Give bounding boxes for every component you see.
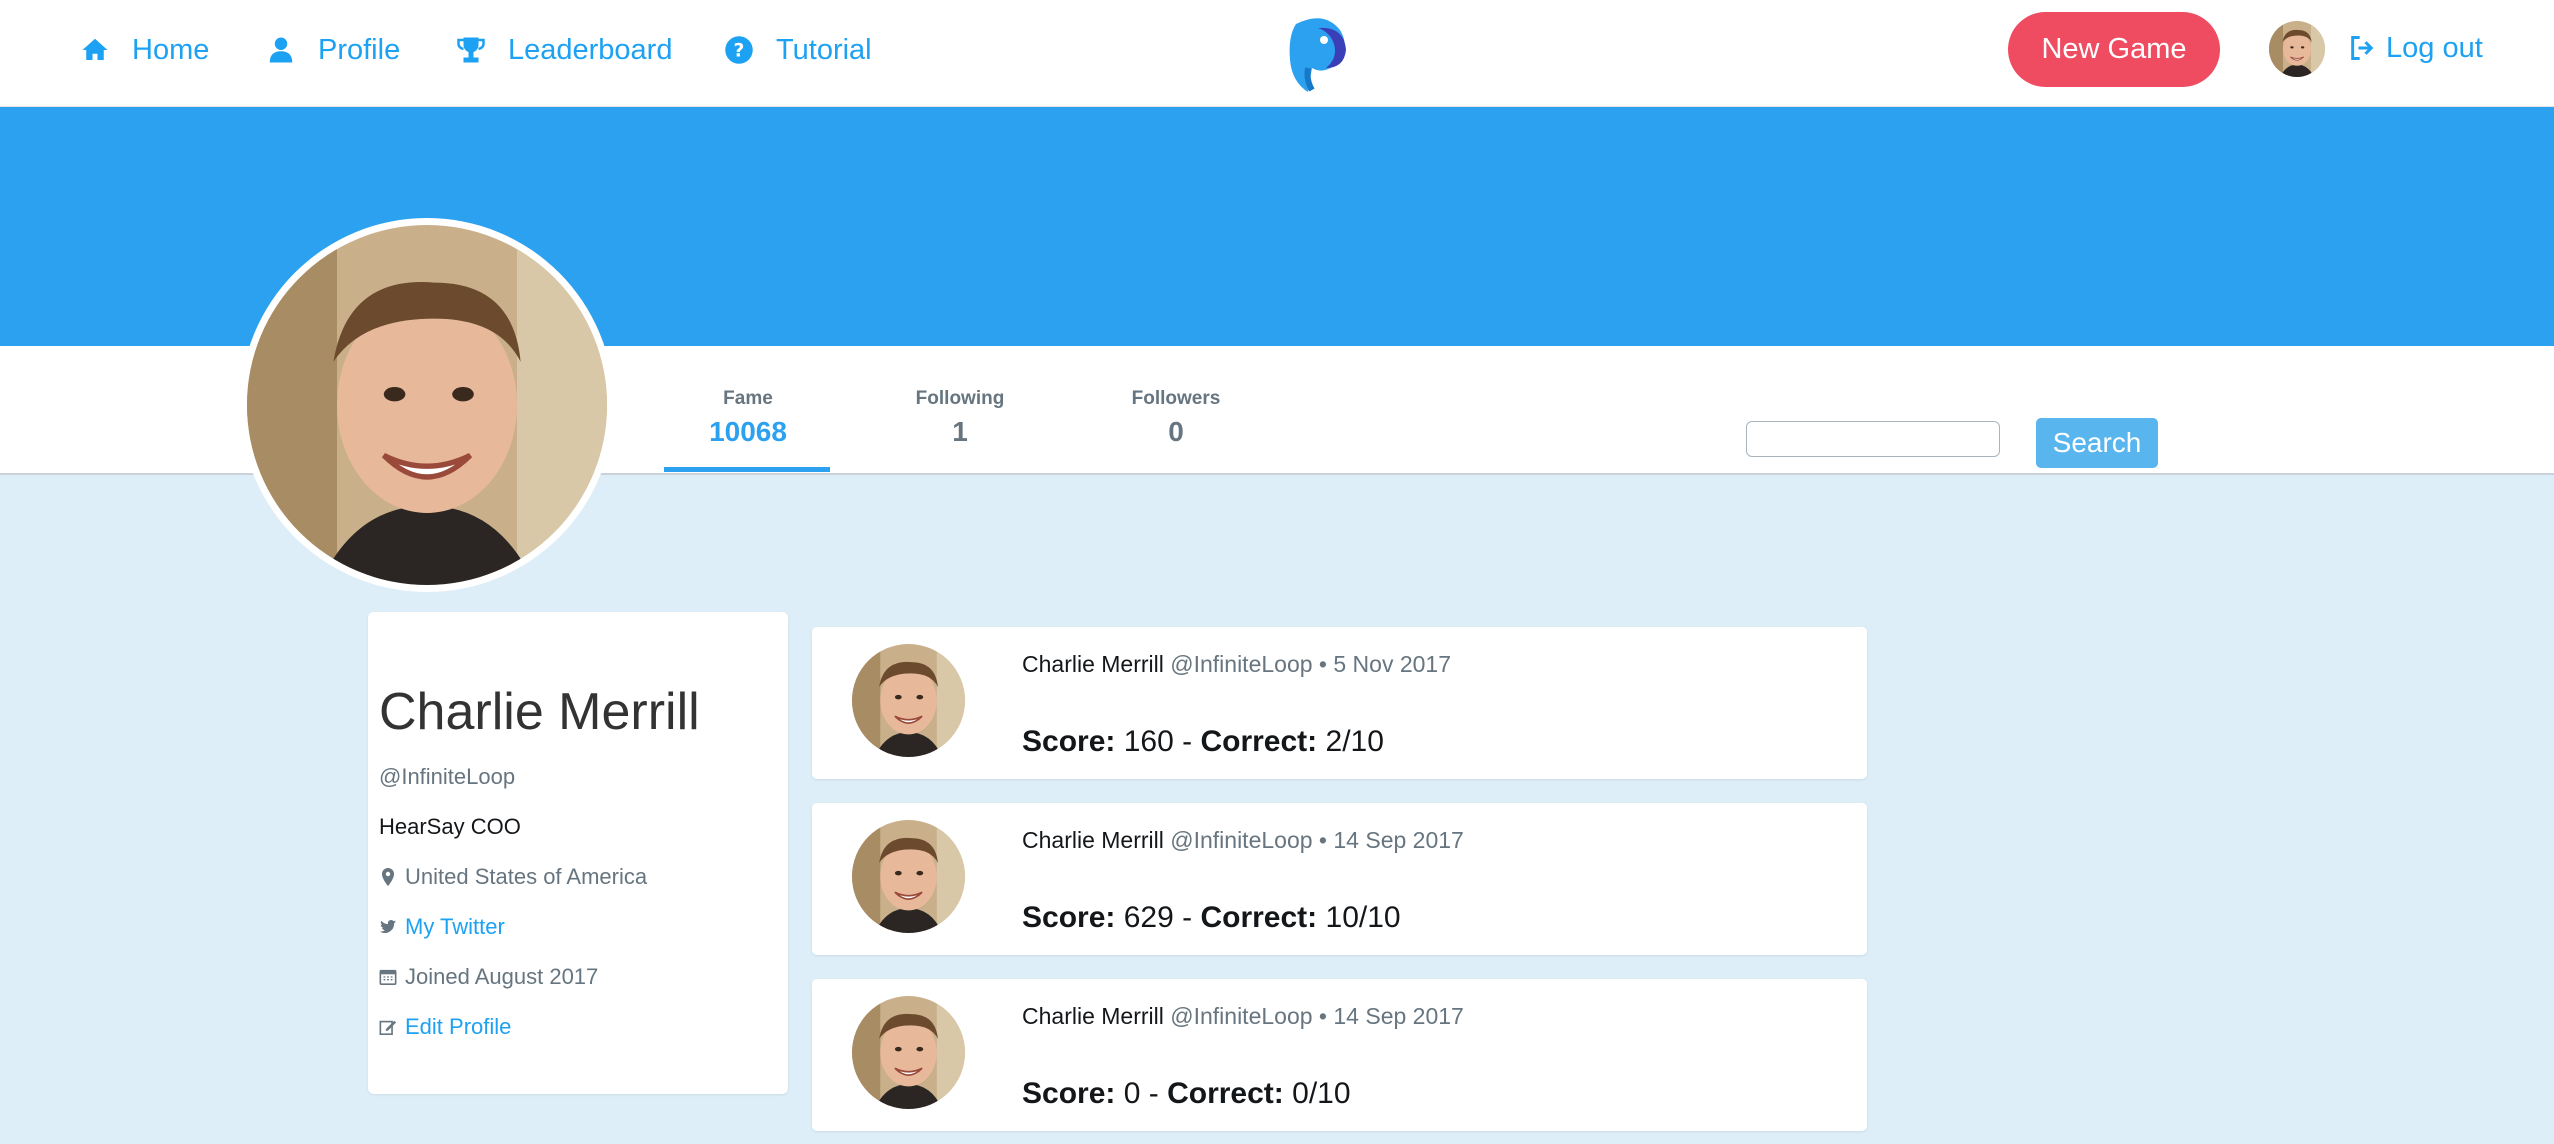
game-score-dash: - — [1182, 901, 1193, 934]
stat-following-value: 1 — [952, 416, 968, 447]
profile-twitter-label: My Twitter — [405, 914, 505, 939]
game-meta: Charlie Merrill @InfiniteLoop • 5 Nov 20… — [1022, 651, 1451, 678]
stat-followers[interactable]: Followers 0 — [1116, 388, 1236, 448]
home-icon — [82, 38, 108, 60]
game-score-value: 0 — [1123, 1077, 1141, 1110]
profile-avatar — [240, 218, 614, 592]
active-tab-indicator — [664, 467, 830, 472]
svg-text:?: ? — [734, 40, 745, 61]
game-date: 14 Sep 2017 — [1333, 827, 1464, 853]
game-player-name: Charlie Merrill — [1022, 1003, 1164, 1029]
game-score-value: 629 — [1123, 901, 1174, 934]
profile-card: Charlie Merrill @InfiniteLoop HearSay CO… — [368, 612, 788, 1094]
game-correct-label: Correct: — [1200, 901, 1318, 934]
edit-icon — [379, 1020, 397, 1036]
stat-fame[interactable]: Fame 10068 — [666, 388, 830, 448]
stat-followers-label: Followers — [1131, 388, 1221, 409]
game-date: 5 Nov 2017 — [1333, 651, 1452, 677]
profile-name: Charlie Merrill — [379, 683, 700, 741]
user-icon — [269, 37, 293, 63]
game-card[interactable]: Charlie Merrill @InfiniteLoop • 14 Sep 2… — [812, 803, 1867, 955]
game-meta: Charlie Merrill @InfiniteLoop • 14 Sep 2… — [1022, 1003, 1464, 1030]
logout-icon — [2351, 36, 2374, 60]
question-circle-icon: ? — [725, 36, 753, 64]
profile-handle: @InfiniteLoop — [379, 764, 516, 789]
nav-profile-label: Profile — [318, 33, 401, 66]
nav-home-label: Home — [132, 33, 210, 66]
game-player-name: Charlie Merrill — [1022, 827, 1164, 853]
nav-profile[interactable]: Profile — [266, 30, 400, 70]
game-avatar — [852, 820, 965, 933]
game-correct-label: Correct: — [1167, 1077, 1284, 1110]
game-card[interactable]: Charlie Merrill @InfiniteLoop • 14 Sep 2… — [812, 979, 1867, 1131]
nav-avatar[interactable] — [2269, 21, 2325, 77]
stat-followers-value: 0 — [1168, 416, 1184, 447]
profile-bio: HearSay COO — [379, 814, 521, 839]
game-player-handle: @InfiniteLoop — [1170, 1003, 1313, 1029]
game-score-dash: - — [1182, 725, 1193, 758]
nav-tutorial[interactable]: ? Tutorial — [724, 30, 872, 70]
top-navbar: Home Profile Leaderboard ? Tutorial New … — [0, 0, 2554, 107]
logout-label: Log out — [2386, 31, 2483, 64]
game-score: Score: 0 - Correct: 0/10 — [1022, 1077, 1351, 1111]
game-date: 14 Sep 2017 — [1333, 1003, 1464, 1029]
new-game-button[interactable]: New Game — [2008, 12, 2220, 87]
game-avatar — [852, 644, 965, 757]
stat-fame-value: 10068 — [709, 416, 787, 447]
game-meta: Charlie Merrill @InfiniteLoop • 14 Sep 2… — [1022, 827, 1464, 854]
game-correct-value: 10/10 — [1325, 901, 1401, 934]
game-avatar-image — [852, 644, 965, 757]
profile-joined-text: Joined August 2017 — [405, 964, 599, 989]
game-meta-separator: • — [1318, 1003, 1327, 1029]
twitter-icon — [379, 920, 397, 933]
game-score-label: Score: — [1022, 901, 1116, 934]
game-avatar-image — [852, 996, 965, 1109]
stat-following-label: Following — [915, 388, 1005, 409]
trophy-icon — [457, 37, 485, 63]
map-marker-icon — [382, 868, 394, 886]
game-meta-separator: • — [1318, 827, 1327, 853]
avatar-image — [2269, 21, 2325, 77]
search-button[interactable]: Search — [2036, 418, 2158, 468]
game-score-label: Score: — [1022, 1077, 1116, 1110]
game-meta-separator: • — [1318, 651, 1327, 677]
profile-joined: Joined August 2017 — [379, 964, 598, 990]
game-correct-value: 0/10 — [1292, 1077, 1351, 1110]
profile-location-text: United States of America — [405, 864, 648, 889]
profile-avatar-image — [247, 225, 607, 585]
nav-leaderboard[interactable]: Leaderboard — [456, 30, 672, 70]
search-input[interactable] — [1746, 421, 2000, 457]
game-avatar-image — [852, 820, 965, 933]
game-score-label: Score: — [1022, 725, 1116, 758]
nav-home[interactable]: Home — [80, 30, 209, 70]
profile-location: United States of America — [379, 864, 647, 890]
nav-tutorial-label: Tutorial — [776, 33, 872, 66]
game-score: Score: 629 - Correct: 10/10 — [1022, 901, 1401, 935]
game-player-handle: @InfiniteLoop — [1170, 827, 1313, 853]
stat-following[interactable]: Following 1 — [900, 388, 1020, 448]
game-score-value: 160 — [1123, 725, 1174, 758]
nav-leaderboard-label: Leaderboard — [508, 33, 673, 66]
game-player-handle: @InfiniteLoop — [1170, 651, 1313, 677]
game-correct-value: 2/10 — [1325, 725, 1384, 758]
edit-profile-label: Edit Profile — [405, 1014, 512, 1039]
game-score-dash: - — [1148, 1077, 1159, 1110]
calendar-icon — [379, 969, 397, 986]
logout-link[interactable]: Log out — [2348, 28, 2483, 68]
game-card[interactable]: Charlie Merrill @InfiniteLoop • 5 Nov 20… — [812, 627, 1867, 779]
app-logo[interactable] — [1278, 10, 1360, 92]
game-player-name: Charlie Merrill — [1022, 651, 1164, 677]
profile-twitter-link[interactable]: My Twitter — [379, 914, 505, 940]
game-correct-label: Correct: — [1200, 725, 1318, 758]
game-score: Score: 160 - Correct: 2/10 — [1022, 725, 1384, 759]
stat-fame-label: Fame — [723, 388, 773, 409]
edit-profile-link[interactable]: Edit Profile — [379, 1014, 511, 1040]
game-avatar — [852, 996, 965, 1109]
